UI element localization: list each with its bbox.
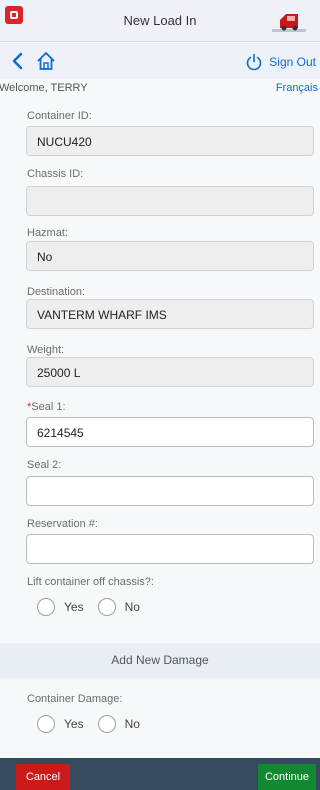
damage-yes-label: Yes: [64, 717, 84, 731]
lift-no-label: No: [124, 600, 140, 614]
language-link[interactable]: Français: [276, 82, 318, 94]
destination-label: Destination:: [27, 286, 86, 298]
sign-out-button[interactable]: Sign Out: [245, 52, 316, 72]
damage-no-label: No: [124, 717, 140, 731]
continue-button[interactable]: Continue: [258, 764, 316, 790]
hazmat-label: Hazmat:: [27, 227, 68, 239]
chassis-id-label: Chassis ID:: [27, 168, 84, 180]
nav-bar: Sign Out: [0, 43, 320, 79]
chevron-left-icon[interactable]: [6, 49, 30, 73]
lift-container-label: Lift container off chassis?:: [27, 576, 154, 588]
sign-out-label: Sign Out: [269, 55, 316, 69]
truck-icon: [272, 14, 306, 32]
welcome-row: Welcome, TERRY Français: [0, 82, 320, 96]
seal1-label-text: Seal 1:: [31, 401, 66, 413]
container-id-field: NUCU420: [26, 126, 314, 156]
chassis-id-field: [26, 186, 314, 216]
damage-no-radio[interactable]: [97, 715, 116, 733]
seal1-input[interactable]: 6214545: [26, 417, 314, 447]
lift-yes-label: Yes: [64, 600, 84, 614]
destination-field: VANTERM WHARF IMS: [26, 299, 314, 329]
cancel-button[interactable]: Cancel: [16, 764, 70, 790]
add-new-damage-button[interactable]: Add New Damage: [0, 643, 320, 678]
lift-no-radio[interactable]: [97, 598, 116, 616]
weight-field: 25000 L: [26, 357, 314, 387]
container-damage-radio-group: Yes No: [37, 715, 154, 733]
title-bar: New Load In: [0, 0, 320, 42]
seal2-label: Seal 2:: [27, 459, 62, 471]
container-damage-label: Container Damage:: [27, 693, 123, 705]
hazmat-field: No: [26, 241, 314, 271]
reservation-label: Reservation #:: [27, 518, 98, 530]
seal2-input[interactable]: [26, 476, 314, 506]
welcome-text: Welcome, TERRY: [0, 82, 88, 94]
lift-container-radio-group: Yes No: [37, 598, 154, 616]
footer-bar: Cancel Continue: [0, 758, 320, 790]
reservation-input[interactable]: [26, 534, 314, 564]
seal1-label: *Seal 1:: [27, 401, 66, 413]
power-icon: [247, 53, 262, 71]
damage-yes-radio[interactable]: [37, 715, 55, 733]
lift-yes-radio[interactable]: [37, 598, 55, 616]
container-id-label: Container ID:: [27, 110, 92, 122]
home-icon[interactable]: [34, 49, 58, 73]
weight-label: Weight:: [27, 344, 65, 356]
